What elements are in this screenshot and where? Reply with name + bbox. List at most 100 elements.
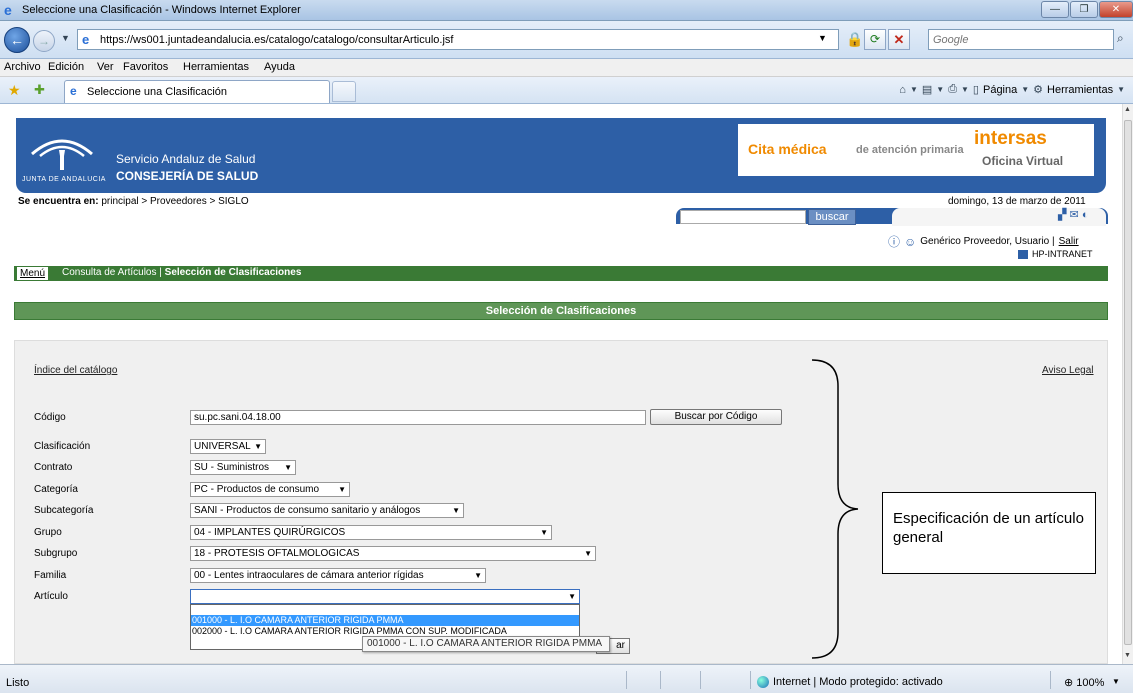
print-dropdown-icon[interactable]: ▼ [961,85,969,94]
maximize-button[interactable]: ❐ [1070,1,1098,18]
tab-label: Seleccione una Clasificación [87,86,228,98]
nav-current: Selección de Clasificaciones [164,267,302,278]
chevron-down-icon: ▼ [338,485,346,494]
history-dropdown-icon[interactable]: ▼ [61,33,70,43]
subgrupo-value: 18 - PROTESIS OFTALMOLOGICAS [194,548,360,559]
search-input[interactable] [929,30,1089,49]
address-bar[interactable]: e https://ws001.juntadeandalucia.es/cata… [77,29,839,50]
breadcrumb: Se encuentra en: principal > Proveedores… [18,196,249,207]
home-dropdown-icon[interactable]: ▼ [910,85,918,94]
contrato-select[interactable]: SU - Suministros ▼ [190,460,296,475]
close-button[interactable]: ✕ [1099,1,1133,18]
grupo-label: Grupo [34,527,62,538]
articulo-option[interactable]: 001000 - L. I.O CAMARA ANTERIOR RIGIDA P… [191,615,579,626]
host-info: HP-INTRANET [1018,249,1093,259]
search-box[interactable] [928,29,1114,50]
tools-icons: ▞ ✉ ◐ [1058,208,1088,221]
familia-select[interactable]: 00 - Lentes intraoculares de cámara ante… [190,568,486,583]
breadcrumb-path[interactable]: principal > Proveedores > SIGLO [101,196,248,207]
menu-button[interactable]: Menú [16,266,50,281]
vertical-scrollbar[interactable]: ▲ ▼ [1122,104,1133,664]
cita-sub: de atención primaria [856,144,964,156]
tools-menu[interactable]: Herramientas [1047,84,1113,96]
nav-links: Consulta de Artículos | Selección de Cla… [62,267,301,278]
menu-archivo[interactable]: Archivo [4,61,41,73]
add-favorite-icon[interactable]: ✚ [34,82,45,98]
feeds-dropdown-icon[interactable]: ▼ [936,85,944,94]
scroll-down-icon[interactable]: ▼ [1124,652,1131,659]
nav-link-consulta[interactable]: Consulta de Artículos [62,267,157,278]
url-dropdown-icon[interactable]: ▼ [818,33,827,43]
logout-link[interactable]: Salir [1059,236,1079,247]
buscar-button[interactable]: buscar [808,209,856,225]
clasificacion-select[interactable]: UNIVERSAL ▼ [190,439,266,454]
new-tab-button[interactable] [332,81,356,102]
title-bar: e Seleccione una Clasificación - Windows… [0,0,1133,21]
articulo-select[interactable]: ▼ [190,589,580,604]
zoom-level[interactable]: ⊕ 100% [1064,676,1104,689]
contrato-label: Contrato [34,462,73,473]
menu-ver[interactable]: Ver [97,61,114,73]
menu-herramientas[interactable]: Herramientas [183,61,249,73]
nav-separator: | [159,267,162,278]
minimize-button[interactable]: — [1041,1,1069,18]
tab-page-icon: e [70,84,77,98]
tools-dropdown-icon[interactable]: ▼ [1117,85,1125,94]
subcategoria-select[interactable]: SANI - Productos de consumo sanitario y … [190,503,464,518]
clasificacion-value: UNIVERSAL [194,441,251,452]
codigo-input[interactable]: su.pc.sani.04.18.00 [190,410,646,425]
back-button[interactable]: ← [4,27,30,53]
tab-current[interactable]: e Seleccione una Clasificación [64,80,330,103]
current-date: domingo, 13 de marzo de 2011 [948,196,1086,207]
feeds-icon[interactable]: ▤ [922,83,932,96]
grupo-select[interactable]: 04 - IMPLANTES QUIRÚRGICOS ▼ [190,525,552,540]
help-icon[interactable]: ⓘ [888,233,900,250]
security-zone[interactable]: Internet | Modo protegido: activado [757,676,943,688]
subcategoria-label: Subcategoría [34,505,94,516]
indice-link[interactable]: Índice del catálogo [34,365,117,376]
scroll-thumb[interactable] [1124,120,1132,645]
print-icon[interactable]: ⎙ [948,83,957,96]
page-menu[interactable]: Página [983,84,1017,96]
menu-ayuda[interactable]: Ayuda [264,61,295,73]
categoria-select[interactable]: PC - Productos de consumo ▼ [190,482,350,497]
tab-bar: ★ ✚ e Seleccione una Clasificación ⌂ ▼ ▤ ▼… [0,77,1133,104]
forward-button[interactable]: → [33,30,55,52]
cita-medica-banner[interactable]: Cita médica de atención primaria intersa… [738,124,1094,176]
scroll-up-icon[interactable]: ▲ [1124,106,1131,113]
accessibility-icon[interactable]: ◐ [1082,209,1089,221]
menu-favoritos[interactable]: Favoritos [123,61,168,73]
breadcrumb-prefix: Se encuentra en: [18,196,99,207]
search-icon[interactable]: ⌕ [1117,31,1124,46]
mail-icon[interactable]: ✉ [1070,209,1079,221]
page-icon: e [82,32,90,47]
url-text[interactable]: https://ws001.juntadeandalucia.es/catalo… [100,34,453,46]
stop-button[interactable]: ✕ [888,29,910,50]
subgrupo-select[interactable]: 18 - PROTESIS OFTALMOLOGICAS ▼ [190,546,596,561]
favorites-star-icon[interactable]: ★ [8,82,21,99]
lock-icon[interactable]: 🔒 [846,31,863,48]
refresh-button[interactable]: ⟳ [864,29,886,50]
sitemap-icon[interactable]: ▞ [1058,209,1066,221]
clasificacion-label: Clasificación [34,441,91,452]
page-dropdown-icon[interactable]: ▼ [1021,85,1029,94]
chevron-down-icon: ▼ [452,506,460,515]
intersas-logo: intersas [974,128,1047,149]
window-controls: — ❐ ✕ [1040,1,1133,18]
home-icon[interactable]: ⌂ [899,84,906,96]
site-search-input[interactable] [680,210,806,224]
buscar-codigo-button[interactable]: Buscar por Código [650,409,782,425]
zoom-dropdown-icon[interactable]: ▼ [1112,677,1120,686]
green-nav-bar: Menú Consulta de Artículos | Selección d… [14,266,1108,281]
aviso-legal-link[interactable]: Aviso Legal [1042,365,1094,376]
categoria-label: Categoría [34,484,78,495]
menu-edicion[interactable]: Edición [48,61,84,73]
curly-brace-annotation [811,359,859,659]
ie-icon: e [4,2,12,18]
globe-icon [757,676,769,688]
codigo-label: Código [34,412,66,423]
contrato-value: SU - Suministros [194,462,270,473]
user-info: ⓘ ☺ Genérico Proveedor, Usuario | Salir [888,233,1079,250]
option-tooltip: 001000 - L. I.O CAMARA ANTERIOR RIGIDA P… [362,636,610,652]
command-bar: ⌂ ▼ ▤ ▼ ⎙ ▼ ▯ Página ▼ ⚙ Herramientas ▼ [899,83,1125,96]
